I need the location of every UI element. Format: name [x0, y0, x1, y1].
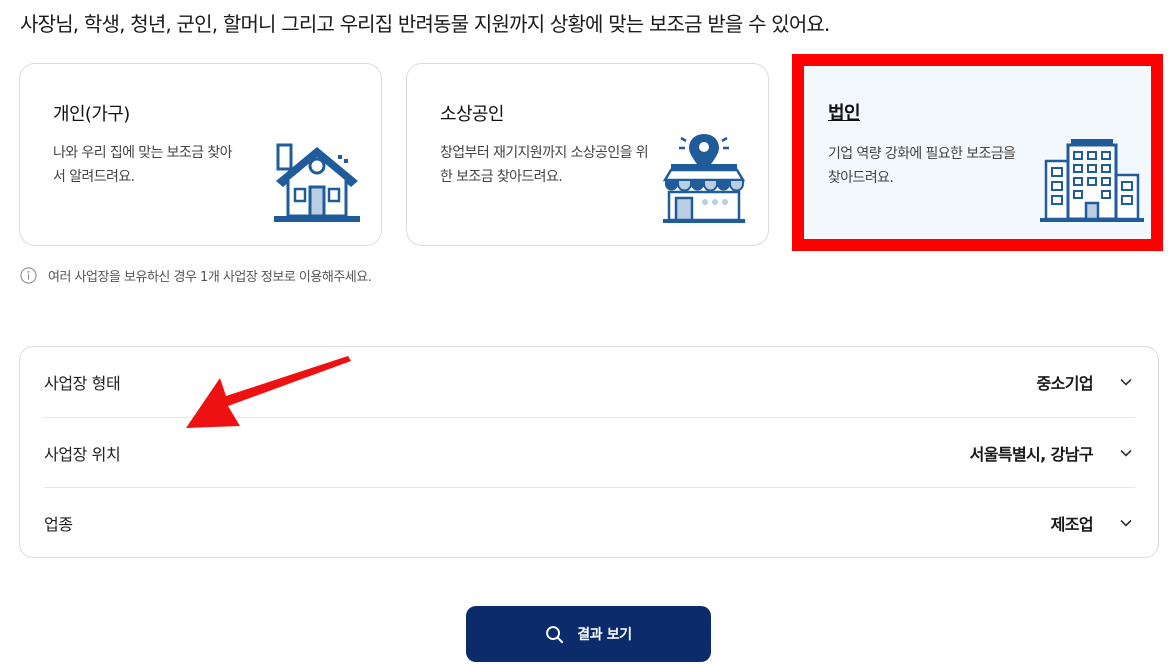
notice-text: 여러 사업장을 보유하신 경우 1개 사업장 정보로 이용해주세요. — [48, 270, 372, 285]
page-headline: 사장님, 학생, 청년, 군인, 할머니 그리고 우리집 반려동물 지원까지 상… — [20, 12, 830, 36]
storefront-icon — [662, 134, 746, 223]
category-card-small-business[interactable]: 소상공인 창업부터 재기지원까지 소상공인을 위한 보조금 찾아드려요. — [406, 63, 769, 246]
office-building-icon — [1040, 139, 1144, 222]
view-results-label: 결과 보기 — [577, 627, 632, 643]
annotation-arrow-icon — [186, 356, 351, 428]
card-title: 개인(가구) — [53, 104, 130, 125]
search-icon — [546, 625, 564, 643]
house-icon — [274, 143, 360, 222]
chevron-down-icon — [1120, 449, 1132, 457]
industry-label: 업종 — [44, 514, 73, 534]
category-card-corporation[interactable]: 법인 기업 역량 강화에 필요한 보조금을 찾아드려요. — [792, 54, 1163, 251]
chevron-down-icon — [1120, 519, 1132, 527]
view-results-button[interactable]: 결과 보기 — [466, 606, 711, 662]
business-type-value: 중소기업 — [1036, 374, 1094, 393]
category-card-individual[interactable]: 개인(가구) 나와 우리 집에 맞는 보조금 찾아서 알려드려요. — [19, 63, 382, 246]
card-description: 창업부터 재기지원까지 소상공인을 위한 보조금 찾아드려요. — [440, 145, 649, 185]
industry-select[interactable]: 업종 제조업 — [44, 487, 1135, 557]
card-description: 기업 역량 강화에 필요한 보조금을 찾아드려요. — [828, 146, 1016, 186]
card-title: 소상공인 — [440, 104, 504, 125]
business-type-label: 사업장 형태 — [44, 374, 121, 393]
chevron-down-icon — [1120, 378, 1132, 386]
multi-business-notice: 여러 사업장을 보유하신 경우 1개 사업장 정보로 이용해주세요. — [20, 266, 372, 285]
business-location-label: 사업장 위치 — [44, 444, 121, 464]
card-description: 나와 우리 집에 맞는 보조금 찾아서 알려드려요. — [53, 145, 232, 185]
card-title: 법인 — [828, 103, 861, 124]
info-icon — [20, 267, 37, 284]
industry-value: 제조업 — [1050, 514, 1094, 534]
business-location-value: 서울특별시, 강남구 — [969, 444, 1094, 464]
